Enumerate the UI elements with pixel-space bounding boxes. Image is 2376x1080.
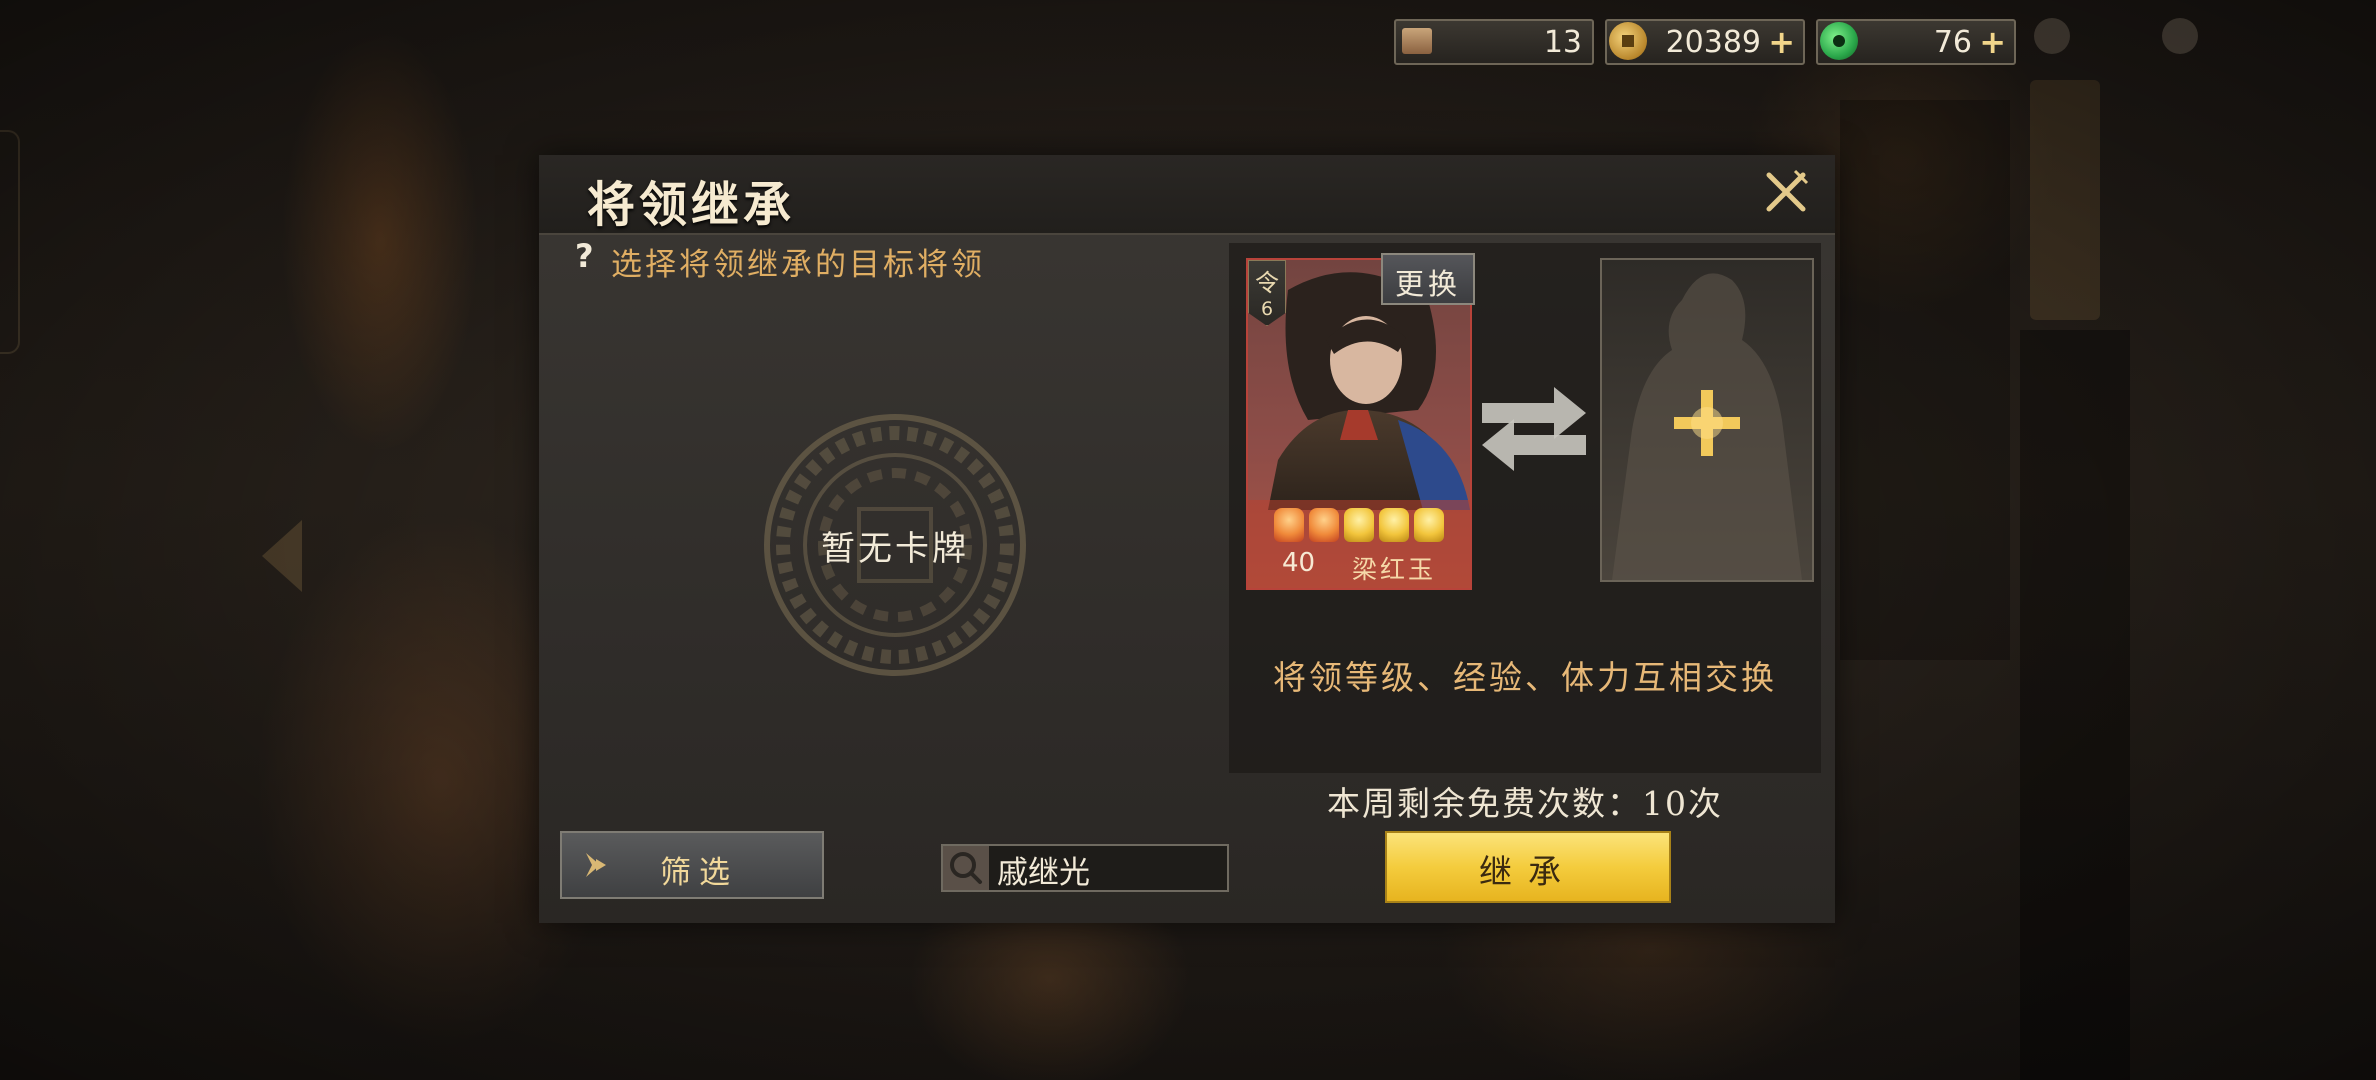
search-box[interactable] <box>941 844 1229 892</box>
empty-card-label: 暂无卡牌 <box>821 529 969 569</box>
currency-gold-value: 20389 <box>1665 25 1761 60</box>
menu-icon[interactable] <box>2034 18 2070 54</box>
star-red-icon <box>1274 508 1304 542</box>
currency-scroll-value: 13 <box>1543 25 1582 60</box>
star-red-icon <box>1309 508 1339 542</box>
filter-arrow-icon <box>586 853 606 877</box>
star-gold-icon <box>1414 508 1444 542</box>
target-general-slot[interactable] <box>1600 258 1814 582</box>
search-icon <box>950 852 982 884</box>
add-gold-button[interactable]: + <box>1768 23 1795 61</box>
inherit-label: 继承 <box>1479 852 1577 891</box>
add-jade-button[interactable]: + <box>1979 23 2006 61</box>
dialog-header: 将领继承 <box>539 155 1835 235</box>
add-plus-icon <box>1674 390 1740 456</box>
settings-icon[interactable] <box>2162 18 2198 54</box>
star-gold-icon <box>1379 508 1409 542</box>
order-tag: 令 6 <box>1248 260 1286 326</box>
search-input[interactable] <box>995 848 1223 890</box>
star-rating <box>1274 508 1444 542</box>
source-general-card[interactable]: 令 6 40 梁红玉 <box>1246 258 1472 590</box>
dialog-title: 将领继承 <box>587 177 796 233</box>
currency-scroll: 13 <box>1394 19 1594 65</box>
help-icon[interactable]: ? <box>575 237 594 275</box>
replace-button[interactable]: 更换 <box>1381 253 1475 305</box>
jade-icon <box>1820 22 1858 60</box>
exchange-description: 将领等级、经验、体力互相交换 <box>1273 658 1777 697</box>
gold-coin-icon <box>1609 22 1647 60</box>
search-icon-wrap[interactable] <box>943 846 989 890</box>
inherit-dialog: 将领继承 ? 选择将领继承的目标将领 暂无卡牌 筛选 戚继光 令 6 40 梁红… <box>539 155 1835 923</box>
order-char: 令 <box>1255 269 1279 297</box>
general-level: 40 <box>1282 548 1316 578</box>
order-number: 6 <box>1260 298 1274 320</box>
swap-arrows-icon <box>1482 387 1586 471</box>
filter-label: 筛选 <box>660 855 738 891</box>
currency-jade-value: 76 <box>1933 25 1972 60</box>
general-name: 梁红玉 <box>1352 555 1437 584</box>
filter-button[interactable]: 筛选 <box>560 831 824 899</box>
scroll-icon <box>1402 28 1432 54</box>
close-button[interactable] <box>1761 167 1811 217</box>
close-icon <box>1766 169 1809 212</box>
hint-text: 选择将领继承的目标将领 <box>611 247 985 283</box>
replace-label: 更换 <box>1394 267 1461 301</box>
star-gold-icon <box>1344 508 1374 542</box>
currency-jade[interactable]: 76 + <box>1816 19 2016 65</box>
free-count-text: 本周剩余免费次数：10次 <box>1327 784 1723 823</box>
currency-gold[interactable]: 20389 + <box>1605 19 1805 65</box>
inherit-button[interactable]: 继承 <box>1385 831 1671 903</box>
